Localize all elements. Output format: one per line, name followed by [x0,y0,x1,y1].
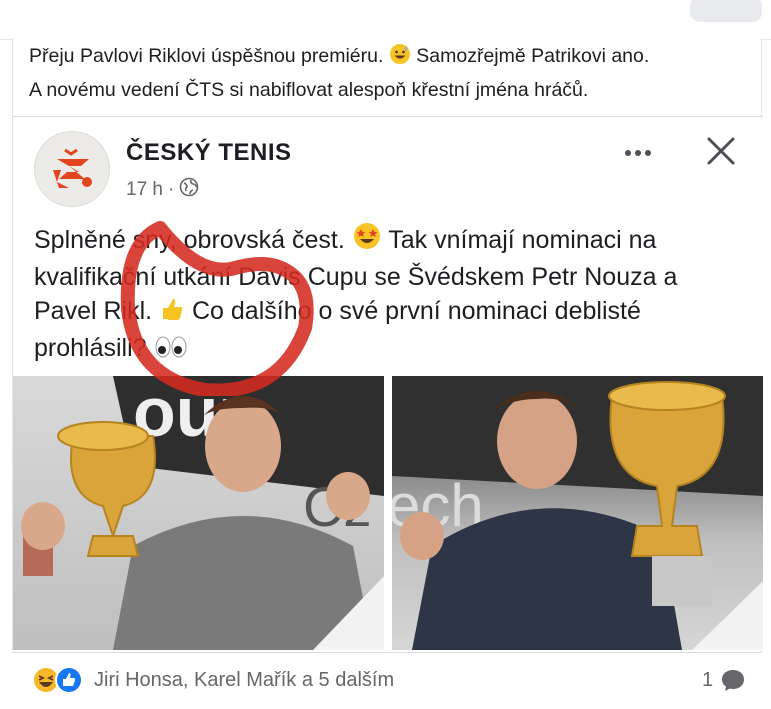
thumbs-up-emoji-icon [159,296,185,331]
close-icon [707,137,735,165]
post-text-line2: A novému vedení ČTS si nabiflovat alespo… [29,79,589,101]
reactions-text[interactable]: Jiri Honsa, Karel Mařík a 5 dalším [94,669,394,692]
comment-post: Přeju Pavlovi Riklovi úspěšnou premiéru.… [12,38,763,709]
close-button[interactable] [703,133,739,169]
like-reaction-icon [55,666,83,694]
globe-icon [179,177,199,203]
page-name[interactable]: ČESKÝ TENIS [126,139,292,167]
shared-post[interactable]: ČESKÝ TENIS 17 h · Splněné sny, obrovská… [13,116,763,650]
top-bar-button[interactable] [690,0,762,22]
post-time[interactable]: 17 h [126,179,163,201]
comment-icon[interactable] [720,667,746,693]
photo-left-player-trophy[interactable]: oun Cz [13,376,384,650]
photo-right-player-trophy[interactable]: ech [392,376,763,650]
post-text-line1-b: Samozřejmě Patrikovi ano. [416,45,650,67]
comment-count[interactable]: 1 [702,669,713,692]
grinning-sweat-emoji-icon [389,43,411,75]
page-avatar[interactable] [34,131,110,207]
post-text-line1-a: Přeju Pavlovi Riklovi úspěšnou premiéru. [29,45,384,67]
reaction-icons[interactable] [31,665,87,695]
shared-text-a: Splněné sny, obrovská čest. [34,226,345,254]
post-meta: 17 h · [126,177,199,203]
meta-separator: · [167,179,175,200]
more-dots-icon [625,150,631,156]
star-struck-emoji-icon [352,221,382,260]
reactions-bar: Jiri Honsa, Karel Mařík a 5 dalším 1 [12,652,762,709]
more-options-button[interactable] [617,139,659,167]
eyes-emoji-icon [154,334,188,368]
post-text: Přeju Pavlovi Riklovi úspěšnou premiéru.… [29,41,749,106]
shared-post-text: Splněné sny, obrovská čest. Tak vnímají … [34,221,744,368]
top-bar [0,0,771,40]
post-photos[interactable]: oun Cz ech [13,376,763,650]
cesky-tenis-logo-icon [53,148,92,188]
